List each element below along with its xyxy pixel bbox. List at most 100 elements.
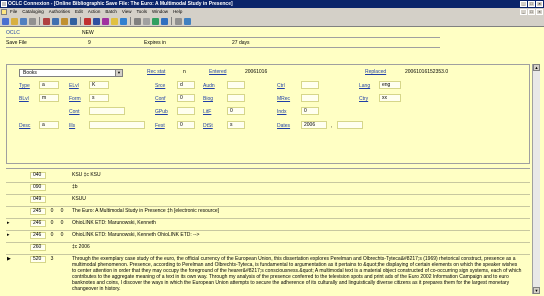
indicator-1[interactable]: 0: [48, 232, 56, 239]
field-label-mrec[interactable]: MRec: [277, 96, 290, 102]
field-row[interactable]: 049 KSUU: [6, 195, 530, 207]
minimize-window-button[interactable]: _: [520, 1, 527, 7]
menu-action[interactable]: Action: [88, 8, 101, 16]
indicator-2[interactable]: 0: [58, 232, 66, 239]
field-tag[interactable]: 246: [30, 232, 46, 239]
menu-view[interactable]: View: [122, 8, 132, 16]
paste-icon[interactable]: [61, 17, 68, 25]
delete-icon[interactable]: [161, 17, 168, 25]
field-value-dates-2[interactable]: [337, 121, 363, 129]
field-label-indx[interactable]: Indx: [277, 109, 286, 115]
field-value-dates[interactable]: 2006: [301, 121, 327, 129]
indicator-1[interactable]: [48, 172, 56, 179]
new-icon[interactable]: [2, 17, 9, 25]
field-value-lang[interactable]: eng: [379, 81, 401, 89]
field-label-srce[interactable]: Srce: [155, 83, 165, 89]
field-content[interactable]: ‡c 2006: [72, 244, 522, 250]
field-value-elvl[interactable]: K: [89, 81, 109, 89]
indicator-2[interactable]: 0: [58, 220, 66, 227]
field-label-cont[interactable]: Cont: [69, 109, 80, 115]
format-select[interactable]: Books ▼: [19, 69, 123, 77]
menu-tools[interactable]: Tools: [137, 8, 148, 16]
reformat-icon[interactable]: [120, 17, 127, 25]
field-row[interactable]: 040 KSU ‡c KSU: [6, 171, 530, 183]
label-icon[interactable]: [134, 17, 141, 25]
field-content[interactable]: The Euro: A Multimodal Study in Presence…: [72, 208, 522, 214]
menu-help[interactable]: Help: [173, 8, 182, 16]
field-label-audn[interactable]: Audn: [203, 83, 215, 89]
browse-icon[interactable]: [93, 17, 100, 25]
copy-icon[interactable]: [52, 17, 59, 25]
field-value-srce[interactable]: d: [177, 81, 195, 89]
field-label-litf[interactable]: LitF: [203, 109, 211, 115]
field-content[interactable]: OhioLINK ETD: Marunowski, Kenneth: [72, 220, 522, 226]
field-value-dtst[interactable]: s: [227, 121, 245, 129]
field-label-entered[interactable]: Entered: [209, 69, 227, 75]
indicator-2[interactable]: [58, 184, 66, 191]
field-label-blvl[interactable]: BLvl: [19, 96, 29, 102]
field-label-gpub[interactable]: GPub: [155, 109, 168, 115]
field-value-type[interactable]: a: [39, 81, 59, 89]
field-content[interactable]: OhioLINK ETD: Marunowski, Kenneth OhioLI…: [72, 232, 522, 238]
vertical-scrollbar[interactable]: ▲ ▼: [532, 64, 540, 294]
field-row[interactable]: 260 ‡c 2006: [6, 243, 530, 255]
field-value-cont[interactable]: [89, 107, 125, 115]
field-value-ctry[interactable]: xx: [379, 94, 401, 102]
menu-edit[interactable]: Edit: [75, 8, 83, 16]
indicator-2[interactable]: [58, 256, 66, 263]
field-label-elvl[interactable]: ELvl: [69, 83, 79, 89]
minimize-document-button[interactable]: _: [520, 9, 527, 15]
field-tag[interactable]: 520: [30, 256, 46, 263]
field-content[interactable]: KSUU: [72, 196, 522, 202]
field-value-entered[interactable]: 20061016: [245, 69, 267, 75]
maximize-window-button[interactable]: □: [528, 1, 535, 7]
menu-batch[interactable]: Batch: [105, 8, 117, 16]
flag-icon[interactable]: [175, 17, 182, 25]
field-value-fest[interactable]: 0: [177, 121, 195, 129]
indicator-1[interactable]: [48, 184, 56, 191]
field-label-fest[interactable]: Fest: [155, 123, 165, 129]
field-tag[interactable]: 245: [30, 208, 46, 215]
indicator-1[interactable]: [48, 196, 56, 203]
menu-window[interactable]: Window: [152, 8, 168, 16]
field-value-blvl[interactable]: m: [39, 94, 59, 102]
chevron-down-icon[interactable]: ▼: [115, 70, 122, 76]
field-label-lang[interactable]: Lang: [359, 83, 370, 89]
menu-file[interactable]: File: [10, 8, 17, 16]
indicator-2[interactable]: [58, 172, 66, 179]
field-label-replaced[interactable]: Replaced: [365, 69, 386, 75]
field-label-ctry[interactable]: Ctry: [359, 96, 368, 102]
field-value-indx[interactable]: 0: [301, 107, 319, 115]
undo-icon[interactable]: [70, 17, 77, 25]
field-row[interactable]: ▸ 246 0 0 OhioLINK ETD: Marunowski, Kenn…: [6, 219, 530, 231]
field-row[interactable]: ▸ 246 0 0 OhioLINK ETD: Marunowski, Kenn…: [6, 231, 530, 243]
field-content[interactable]: Through the exemplary case study of the …: [72, 256, 522, 292]
scroll-down-icon[interactable]: ▼: [533, 287, 540, 294]
field-tag[interactable]: 090: [30, 184, 46, 191]
indicator-2[interactable]: 0: [58, 208, 66, 215]
indicator-1[interactable]: 0: [48, 208, 56, 215]
export-icon[interactable]: [152, 17, 159, 25]
field-value-litf[interactable]: 0: [227, 107, 245, 115]
field-content[interactable]: ‡b: [72, 184, 522, 190]
field-content[interactable]: KSU ‡c KSU: [72, 172, 522, 178]
indicator-2[interactable]: [58, 196, 66, 203]
field-value-audn[interactable]: [227, 81, 245, 89]
field-value-gpub[interactable]: [177, 107, 195, 115]
field-row[interactable]: 090 ‡b: [6, 183, 530, 195]
print-icon[interactable]: [29, 17, 36, 25]
close-window-button[interactable]: ×: [536, 1, 543, 7]
field-value-desc[interactable]: a: [39, 121, 59, 129]
field-label-ctrl[interactable]: Ctrl: [277, 83, 285, 89]
indicator-1[interactable]: [48, 244, 56, 251]
indicator-1[interactable]: 0: [48, 220, 56, 227]
field-value-rec-stat[interactable]: n: [183, 69, 186, 75]
field-value-form[interactable]: s: [89, 94, 109, 102]
field-label-dates[interactable]: Dates: [277, 123, 290, 129]
macro-icon[interactable]: [143, 17, 150, 25]
field-tag[interactable]: 049: [30, 196, 46, 203]
menu-cataloging[interactable]: Cataloging: [22, 8, 44, 16]
scroll-up-icon[interactable]: ▲: [533, 64, 540, 71]
validate-icon[interactable]: [102, 17, 109, 25]
field-label-conf[interactable]: Conf: [155, 96, 166, 102]
